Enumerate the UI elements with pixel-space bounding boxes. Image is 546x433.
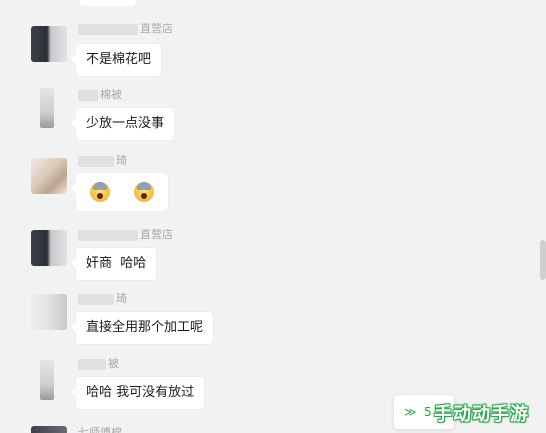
sender-name: 七师傅棉	[78, 426, 122, 433]
message-bubble[interactable]: 哈哈 我可没有放过	[70, 377, 205, 409]
scream-emoji-icon	[90, 182, 110, 202]
message-bubble[interactable]: 少放一点没事	[70, 108, 175, 140]
blurred-name	[78, 155, 114, 167]
message-bubble[interactable]: 直接全用那个加工呢	[70, 312, 214, 344]
blurred-name	[78, 229, 138, 241]
message-text: 不是棉花吧	[86, 52, 152, 67]
message-bubble[interactable]: 不是棉花吧	[70, 44, 162, 76]
avatar[interactable]	[40, 360, 54, 400]
sender-name: 琦	[78, 154, 127, 168]
sender-name: 直营店	[78, 228, 173, 242]
message-text: 奸商 哈哈	[86, 256, 147, 271]
scream-emoji-icon	[134, 182, 155, 202]
sender-name: 琦	[78, 292, 127, 306]
message-bubble[interactable]: 奸商 哈哈	[70, 248, 157, 280]
sender-name: 被	[78, 357, 119, 371]
sender-name: 直营店	[78, 22, 173, 36]
avatar[interactable]	[31, 426, 67, 433]
scrollbar[interactable]	[540, 240, 546, 280]
blurred-name	[78, 23, 138, 35]
chat-window: 直营店 不是棉花吧 棉被 少放一点没事 琦 直营店 奸商 哈哈 琦 直接全用那个…	[0, 0, 546, 433]
avatar[interactable]	[31, 230, 67, 266]
watermark-logo: 手动动手游	[434, 404, 529, 425]
avatar[interactable]	[31, 26, 67, 62]
message-text: 直接全用那个加工呢	[86, 320, 204, 335]
message-bubble[interactable]	[70, 173, 169, 211]
previous-message-bubble	[80, 0, 136, 6]
sender-name: 棉被	[78, 88, 122, 102]
message-text: 哈哈 我可没有放过	[86, 385, 195, 400]
avatar[interactable]	[31, 158, 67, 194]
blurred-name	[78, 293, 114, 305]
avatar[interactable]	[31, 294, 67, 330]
blurred-name	[78, 89, 98, 101]
message-text: 少放一点没事	[86, 116, 165, 131]
avatar[interactable]	[40, 88, 54, 128]
new-message-count: 5	[424, 405, 432, 419]
blurred-name	[78, 358, 106, 370]
chevron-double-down-icon: ≫	[404, 405, 417, 419]
